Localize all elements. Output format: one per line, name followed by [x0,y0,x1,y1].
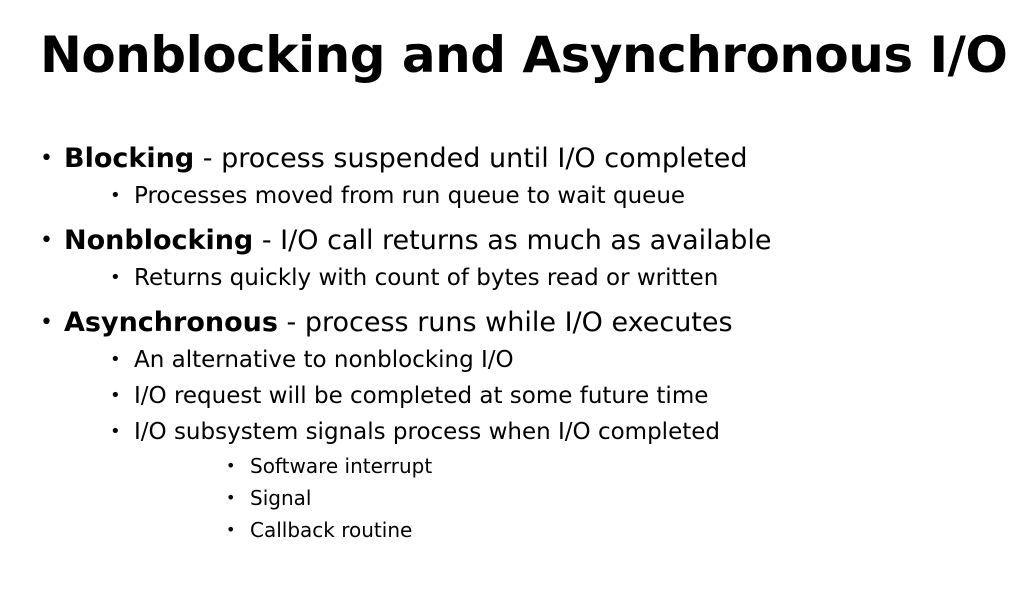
bullet-list: • Blocking - process suspended until I/O… [40,140,1000,546]
sub-bullet: • An alternative to nonblocking I/O [64,342,1000,378]
sub-list: • Processes moved from run queue to wait… [64,178,1000,214]
bullet-term: Nonblocking [64,225,254,256]
sub-bullet-text: Processes moved from run queue to wait q… [134,183,686,209]
sub-bullet-text: I/O subsystem signals process when I/O c… [134,419,720,445]
bullet-text: - process suspended until I/O completed [194,143,748,174]
bullet-icon: • [110,349,121,370]
sub-bullet-text: Returns quickly with count of bytes read… [134,265,719,291]
sub-sub-list: • Software interrupt • Signal • Callback… [134,450,1000,546]
bullet-icon: • [110,421,121,442]
bullet-term: Asynchronous [64,307,278,338]
sub-sub-bullet: • Software interrupt [134,450,1000,482]
bullet-nonblocking: • Nonblocking - I/O call returns as much… [40,222,1000,296]
bullet-icon: • [110,267,121,288]
bullet-blocking: • Blocking - process suspended until I/O… [40,140,1000,214]
bullet-icon: • [40,228,53,253]
sub-list: • Returns quickly with count of bytes re… [64,260,1000,296]
bullet-icon: • [40,310,53,335]
bullet-text: - I/O call returns as much as available [253,225,772,256]
sub-sub-bullet-text: Software interrupt [250,454,433,478]
sub-bullet: • I/O subsystem signals process when I/O… [64,414,1000,546]
sub-bullet-text: An alternative to nonblocking I/O [134,347,514,373]
slide-title: Nonblocking and Asynchronous I/O [40,26,1008,84]
sub-list: • An alternative to nonblocking I/O • I/… [64,342,1000,546]
bullet-icon: • [110,385,121,406]
sub-sub-bullet-text: Callback routine [250,518,413,542]
bullet-icon: • [226,488,236,507]
sub-bullet: • I/O request will be completed at some … [64,378,1000,414]
sub-sub-bullet: • Callback routine [134,514,1000,546]
bullet-term: Blocking [64,143,195,174]
sub-sub-bullet-text: Signal [250,486,312,510]
bullet-asynchronous: • Asynchronous - process runs while I/O … [40,304,1000,546]
bullet-icon: • [226,456,236,475]
bullet-icon: • [40,146,53,171]
bullet-icon: • [110,185,121,206]
sub-bullet-text: I/O request will be completed at some fu… [134,383,709,409]
sub-bullet: • Returns quickly with count of bytes re… [64,260,1000,296]
sub-bullet: • Processes moved from run queue to wait… [64,178,1000,214]
sub-sub-bullet: • Signal [134,482,1000,514]
bullet-icon: • [226,520,236,539]
bullet-text: - process runs while I/O executes [277,307,733,338]
